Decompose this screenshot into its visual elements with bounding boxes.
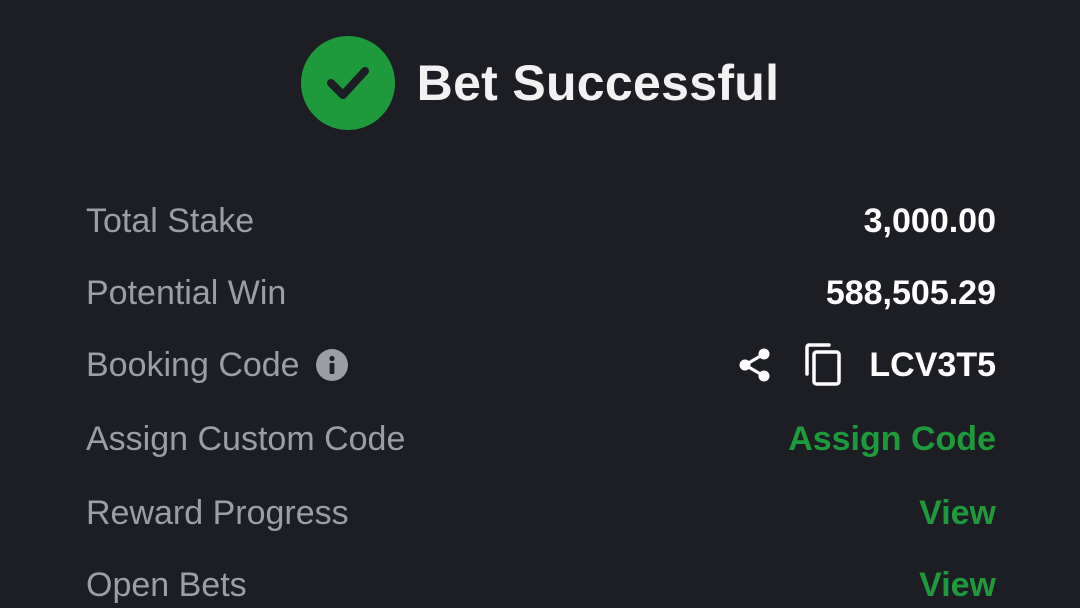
assign-code-link[interactable]: Assign Code bbox=[788, 420, 996, 459]
reward-progress-label: Reward Progress bbox=[86, 493, 349, 532]
booking-code-row: Booking Code LCV3T5 bbox=[86, 340, 996, 390]
total-stake-label: Total Stake bbox=[86, 201, 255, 240]
open-bets-view-link[interactable]: View bbox=[919, 566, 996, 605]
info-icon[interactable] bbox=[315, 349, 348, 381]
assign-custom-code-row: Assign Custom Code Assign Code bbox=[86, 414, 996, 464]
potential-win-value: 588,505.29 bbox=[825, 273, 996, 312]
total-stake-row: Total Stake 3,000.00 bbox=[86, 196, 996, 246]
open-bets-row: Open Bets View bbox=[86, 560, 996, 608]
copy-icon[interactable] bbox=[803, 342, 843, 388]
booking-code-label: Booking Code bbox=[86, 345, 300, 384]
bet-success-header: Bet Successful bbox=[0, 36, 1080, 130]
page-title: Bet Successful bbox=[416, 55, 780, 111]
share-icon[interactable] bbox=[735, 345, 775, 385]
reward-progress-row: Reward Progress View bbox=[86, 488, 996, 538]
booking-code-value: LCV3T5 bbox=[869, 345, 996, 384]
checkmark-icon bbox=[300, 36, 395, 130]
reward-progress-view-link[interactable]: View bbox=[919, 494, 996, 533]
potential-win-row: Potential Win 588,505.29 bbox=[86, 268, 996, 318]
assign-custom-code-label: Assign Custom Code bbox=[86, 419, 406, 458]
potential-win-label: Potential Win bbox=[86, 273, 287, 312]
open-bets-label: Open Bets bbox=[86, 565, 247, 604]
total-stake-value: 3,000.00 bbox=[863, 201, 996, 240]
